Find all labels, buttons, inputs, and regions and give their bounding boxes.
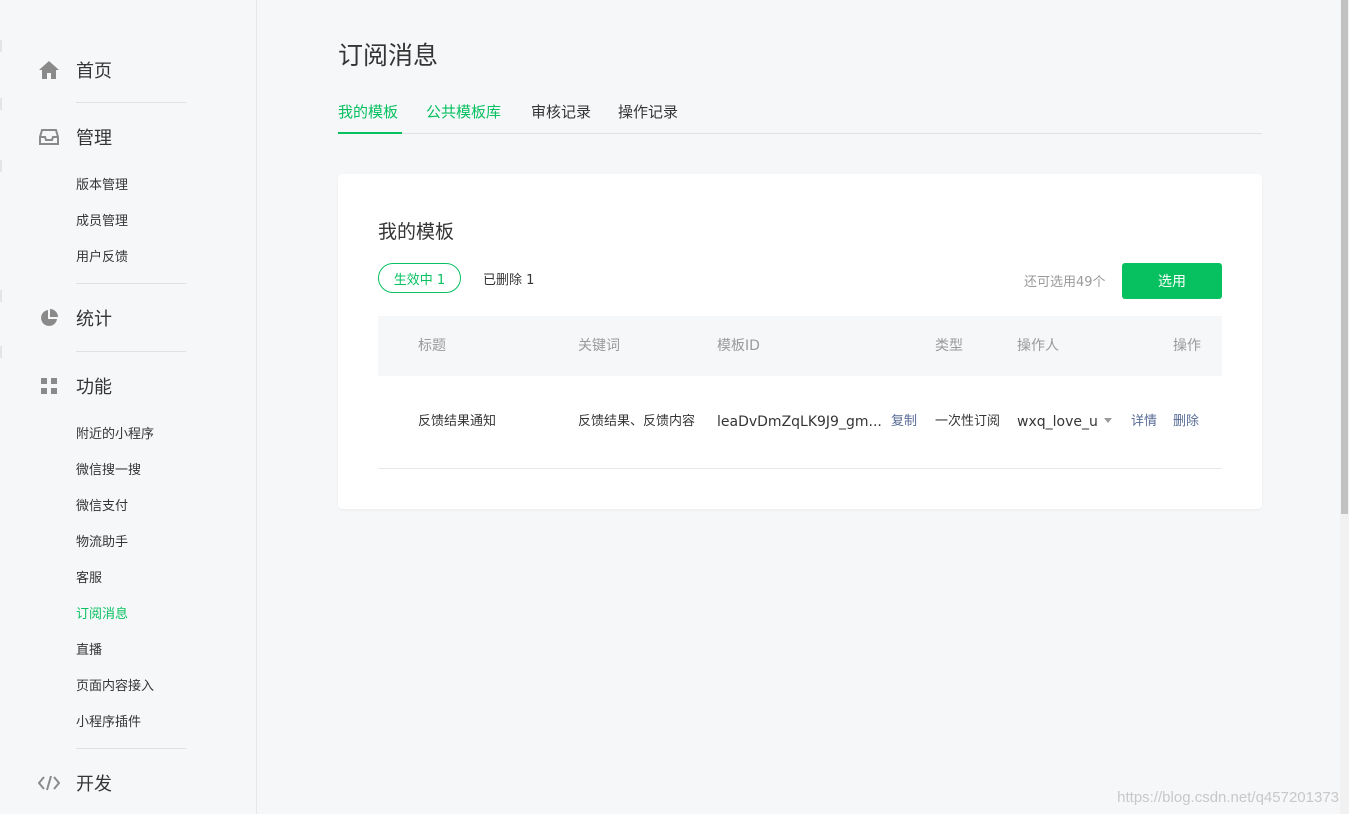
inbox-icon <box>38 126 60 148</box>
template-card: 我的模板 生效中 1 已删除 1 还可选用49个 选用 标题 关键词 模板ID … <box>338 174 1262 509</box>
detail-link[interactable]: 详情 <box>1131 413 1157 431</box>
tab-bar: 我的模板 公共模板库 审核记录 操作记录 <box>338 100 1262 134</box>
tab-public-library[interactable]: 公共模板库 <box>426 102 501 122</box>
edge-tick <box>0 160 2 172</box>
table-header: 标题 关键词 模板ID 类型 操作人 操作 <box>378 316 1222 376</box>
nav-home-label: 首页 <box>76 61 112 82</box>
select-template-button[interactable]: 选用 <box>1122 263 1222 299</box>
sidebar-item-members[interactable]: 成员管理 <box>76 213 128 231</box>
nav-features[interactable]: 功能 <box>38 374 112 398</box>
row-keywords: 反馈结果、反馈内容 <box>578 414 696 429</box>
sidebar-item-feedback[interactable]: 用户反馈 <box>76 249 128 267</box>
nav-home[interactable]: 首页 <box>38 58 112 82</box>
col-title: 标题 <box>418 338 446 354</box>
tab-review-records[interactable]: 审核记录 <box>531 102 591 122</box>
sidebar-item-version[interactable]: 版本管理 <box>76 177 128 195</box>
delete-link[interactable]: 删除 <box>1173 413 1199 431</box>
active-tab-indicator <box>338 132 402 134</box>
sidebar-item-content[interactable]: 页面内容接入 <box>76 678 154 696</box>
sidebar-item-pay[interactable]: 微信支付 <box>76 498 128 516</box>
tab-my-templates[interactable]: 我的模板 <box>338 102 398 122</box>
sidebar: 首页 管理 版本管理 成员管理 用户反馈 统计 功能 附近的小程序 微信搜一搜 … <box>0 0 257 814</box>
nav-features-label: 功能 <box>76 377 112 398</box>
table-row: 反馈结果通知 反馈结果、反馈内容 leaDvDmZqLK9J9_gm... 复制… <box>378 376 1222 469</box>
sidebar-item-live[interactable]: 直播 <box>76 642 102 660</box>
watermark: https://blog.csdn.net/q457201373 <box>1117 789 1339 806</box>
row-template-id: leaDvDmZqLK9J9_gm... <box>717 414 882 430</box>
sidebar-item-subscribe[interactable]: 订阅消息 <box>76 606 128 624</box>
row-title: 反馈结果通知 <box>418 414 497 429</box>
scrollbar[interactable] <box>1340 0 1349 814</box>
edge-tick <box>0 98 2 110</box>
copy-id-link[interactable]: 复制 <box>891 413 917 431</box>
card-title: 我的模板 <box>378 221 455 243</box>
pie-chart-icon <box>38 307 60 329</box>
row-type: 一次性订阅 <box>935 414 1001 429</box>
nav-stats[interactable]: 统计 <box>38 306 112 330</box>
grid-icon <box>38 375 60 397</box>
col-template-id: 模板ID <box>717 338 760 354</box>
scrollbar-thumb[interactable] <box>1341 0 1348 514</box>
home-icon <box>38 59 60 81</box>
filter-deleted[interactable]: 已删除 1 <box>483 263 534 293</box>
divider <box>76 283 186 284</box>
filter-active-pill[interactable]: 生效中 1 <box>378 263 461 293</box>
sidebar-item-logistics[interactable]: 物流助手 <box>76 534 128 552</box>
col-operator: 操作人 <box>1017 338 1059 354</box>
divider <box>76 102 186 103</box>
tab-operation-records[interactable]: 操作记录 <box>618 102 678 122</box>
divider <box>76 351 186 352</box>
code-icon <box>38 772 60 794</box>
row-operator: wxq_love_u <box>1017 414 1098 430</box>
row-operator-dropdown[interactable]: wxq_love_u <box>1017 413 1112 431</box>
col-actions: 操作 <box>1173 338 1201 354</box>
sidebar-item-search[interactable]: 微信搜一搜 <box>76 462 141 480</box>
divider <box>76 748 186 749</box>
col-keywords: 关键词 <box>578 338 620 354</box>
page-title: 订阅消息 <box>338 41 439 70</box>
sidebar-item-plugins[interactable]: 小程序插件 <box>76 714 141 732</box>
nav-manage-label: 管理 <box>76 128 112 149</box>
nav-manage[interactable]: 管理 <box>38 125 112 149</box>
edge-tick <box>0 40 2 52</box>
edge-tick <box>0 290 2 302</box>
sidebar-item-service[interactable]: 客服 <box>76 570 102 588</box>
nav-dev[interactable]: 开发 <box>38 771 112 795</box>
chevron-down-icon <box>1103 417 1112 423</box>
nav-dev-label: 开发 <box>76 774 112 795</box>
template-table: 标题 关键词 模板ID 类型 操作人 操作 反馈结果通知 反馈结果、反馈内容 l… <box>378 316 1222 469</box>
col-type: 类型 <box>935 338 963 354</box>
edge-tick <box>0 346 2 358</box>
sidebar-item-nearby[interactable]: 附近的小程序 <box>76 426 154 444</box>
nav-stats-label: 统计 <box>76 309 112 330</box>
remaining-quota: 还可选用49个 <box>1024 275 1106 290</box>
